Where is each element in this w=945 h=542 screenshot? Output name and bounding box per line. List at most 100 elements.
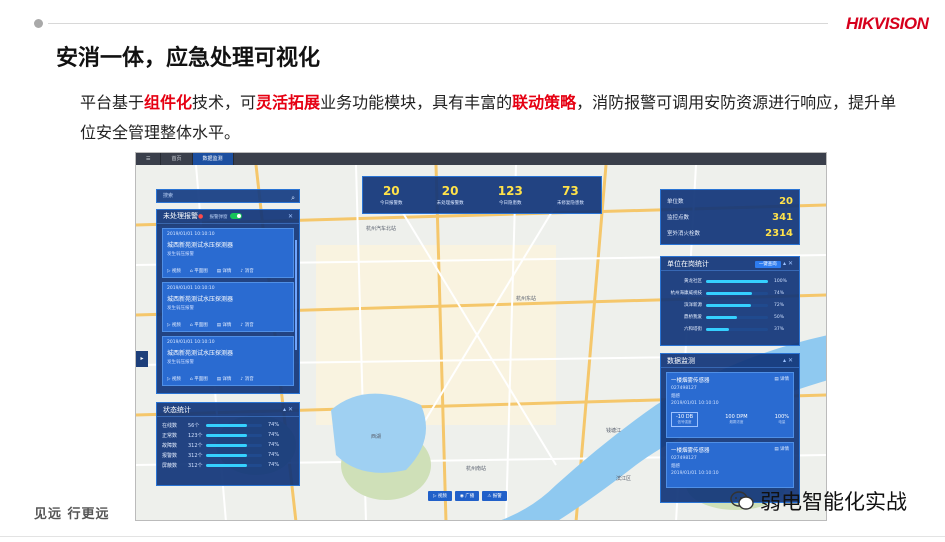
alarm-device: 城西新苑测试水压探测器 bbox=[167, 242, 234, 249]
duty-bar bbox=[706, 279, 768, 283]
scrollbar[interactable] bbox=[295, 240, 297, 350]
stat-pct: 74% bbox=[268, 432, 280, 438]
duty-label: 黄龙社区 bbox=[684, 279, 702, 284]
stat-bar bbox=[206, 443, 262, 447]
floorplan-button[interactable]: ⌂ 平面图 bbox=[190, 322, 208, 328]
unit-value: 20 bbox=[779, 195, 793, 207]
panel-title: 单位在岗统计 bbox=[667, 259, 709, 268]
tab-data-monitor[interactable]: 数据监测 bbox=[192, 153, 234, 165]
sensor-name: 一楼烟雾传感器 bbox=[671, 448, 710, 454]
duty-bar-fill bbox=[706, 303, 751, 307]
stat-label: 在线数 bbox=[162, 422, 178, 429]
stat-label: 正常数 bbox=[162, 432, 178, 439]
alarm-status: 发生弱压报警 bbox=[167, 252, 194, 257]
top-stat-value: 123 bbox=[497, 184, 523, 198]
stat-count: 123个 bbox=[188, 432, 203, 439]
check-duty-button[interactable]: 一键查岗 bbox=[754, 260, 781, 268]
unit-row: 单位数 20 bbox=[661, 193, 799, 209]
panel-header: 单位在岗统计 一键查岗 ▴ ✕ bbox=[661, 257, 799, 271]
alarm-card[interactable]: 2019/01/01 10:10:10 城西新苑测试水压探测器 发生弱压报警 ▷… bbox=[162, 336, 294, 386]
platform-screenshot: ☰ 首页 数据监测 杭州东站 杭州汽车北站 西湖 钱塘江 滨江区 杭州南站 ▸ … bbox=[135, 152, 827, 521]
map-label: 钱塘江 bbox=[606, 428, 622, 434]
broadcast-toolbar-button[interactable]: ◉ 广播 bbox=[454, 491, 480, 501]
collapse-close-icon[interactable]: ▴ ✕ bbox=[283, 403, 293, 417]
floorplan-button[interactable]: ⌂ 平面图 bbox=[190, 268, 208, 274]
close-icon[interactable]: ✕ bbox=[288, 210, 293, 224]
detail-button[interactable]: ▤ 详情 bbox=[774, 376, 789, 382]
sensor-card[interactable]: 一楼烟雾传感器 ▤ 详情 027498127 烟感 2019/01/01 10:… bbox=[666, 442, 794, 488]
stat-label: 报警数 bbox=[162, 452, 178, 459]
expand-left-icon[interactable]: ▸ bbox=[136, 351, 148, 367]
duty-bar-fill bbox=[706, 279, 768, 283]
top-stat-label: 今日报警数 bbox=[380, 201, 403, 206]
tab-home[interactable]: 首页 bbox=[161, 153, 193, 165]
sensor-card[interactable]: 一楼烟雾传感器 ▤ 详情 027498127 烟感 2019/01/01 10:… bbox=[666, 372, 794, 438]
detail-button[interactable]: ▤ 详情 bbox=[774, 446, 789, 452]
mute-button[interactable]: ♪ 消音 bbox=[240, 376, 253, 382]
stat-row: 正常数 123个 74% bbox=[157, 430, 299, 440]
wechat-icon bbox=[730, 491, 754, 510]
alarm-popup-toggle[interactable] bbox=[230, 212, 243, 219]
hikvision-logo: HIKVISION bbox=[846, 14, 929, 33]
alarm-card[interactable]: 2019/01/01 10:10:10 城西新苑测试水压探测器 发生弱压报警 ▷… bbox=[162, 228, 294, 278]
search-input[interactable]: 搜索 ⌕ bbox=[156, 189, 300, 203]
mute-button[interactable]: ♪ 消音 bbox=[240, 268, 253, 274]
stat-bar-fill bbox=[206, 453, 248, 457]
bottom-toolbar: ▷ 视频 ◉ 广播 ⚠ 报警 bbox=[428, 491, 507, 501]
highlight-component: 组件化 bbox=[144, 93, 193, 112]
detail-label: 详情 bbox=[780, 447, 789, 452]
alarm-time: 2019/01/01 10:10:10 bbox=[167, 340, 215, 345]
toggle-label: 报警弹窗 bbox=[209, 214, 228, 220]
floorplan-button[interactable]: ⌂ 平面图 bbox=[190, 376, 208, 382]
stat-row: 报警数 312个 74% bbox=[157, 450, 299, 460]
alarm-toolbar-button[interactable]: ⚠ 报警 bbox=[482, 491, 507, 501]
duty-bar-fill bbox=[706, 327, 729, 331]
mute-button[interactable]: ♪ 消音 bbox=[240, 322, 253, 328]
detail-button[interactable]: ▤ 详情 bbox=[217, 268, 232, 274]
top-stat: 123 今日隐患数 bbox=[498, 184, 523, 206]
top-stat-value: 20 bbox=[382, 184, 400, 198]
detail-label: 详情 bbox=[780, 377, 789, 382]
search-icon[interactable]: ⌕ bbox=[291, 192, 295, 204]
collapse-close-icon[interactable]: ▴ ✕ bbox=[783, 260, 793, 267]
sensor-time: 2019/01/01 10:10:10 bbox=[671, 401, 719, 406]
stat-bar bbox=[206, 423, 262, 427]
stat-bar bbox=[206, 433, 262, 437]
unit-count-panel: 单位数 20 监控点数 341 室外消火栓数 2314 bbox=[660, 189, 800, 245]
stat-count: 312个 bbox=[188, 442, 203, 449]
video-button[interactable]: ▷ 视频 bbox=[167, 376, 181, 382]
action-label: 平面图 bbox=[194, 377, 208, 382]
duty-pct: 74% bbox=[774, 290, 785, 296]
stat-count: 312个 bbox=[188, 462, 203, 469]
duty-label: 滨洋新源 bbox=[684, 303, 702, 308]
description-text: 平台基于组件化技术，可灵活拓展业务功能模块，具有丰富的联动策略，消防报警可调用安… bbox=[80, 88, 900, 148]
alarm-card[interactable]: 2019/01/01 10:10:10 城西新苑测试水压探测器 发生弱压报警 ▷… bbox=[162, 282, 294, 332]
watermark: 弱电智能化实战 bbox=[730, 486, 907, 516]
detail-button[interactable]: ▤ 详情 bbox=[217, 376, 232, 382]
action-label: 详情 bbox=[222, 323, 232, 328]
action-label: 消音 bbox=[244, 323, 254, 328]
sensor-name: 一楼烟雾传感器 bbox=[671, 378, 710, 384]
window-tabbar: ☰ 首页 数据监测 bbox=[136, 153, 826, 165]
map-label: 杭州东站 bbox=[516, 296, 537, 302]
window-menu-icon[interactable]: ☰ bbox=[136, 153, 162, 165]
video-toolbar-button[interactable]: ▷ 视频 bbox=[428, 491, 452, 501]
video-button[interactable]: ▷ 视频 bbox=[167, 268, 181, 274]
panel-header: 状态统计 ▴ ✕ bbox=[157, 403, 299, 417]
sensor-id: 027498127 bbox=[671, 386, 697, 391]
stat-pct: 74% bbox=[268, 462, 280, 468]
map-label: 西湖 bbox=[371, 434, 382, 440]
top-stat: 73 未修复隐患数 bbox=[557, 184, 584, 206]
detail-button[interactable]: ▤ 详情 bbox=[217, 322, 232, 328]
duty-pct: 37% bbox=[774, 326, 785, 332]
unhandled-alarm-panel: 未处理报警● 报警弹窗 ✕ 2019/01/01 10:10:10 城西新苑测试… bbox=[156, 209, 300, 394]
collapse-close-icon[interactable]: ▴ ✕ bbox=[783, 354, 793, 368]
unit-label: 监控点数 bbox=[667, 215, 690, 221]
action-label: 平面图 bbox=[194, 269, 208, 274]
stat-row: 屏蔽数 312个 74% bbox=[157, 460, 299, 470]
duty-pct: 100% bbox=[774, 278, 787, 284]
unit-value: 2314 bbox=[765, 227, 793, 239]
video-button[interactable]: ▷ 视频 bbox=[167, 322, 181, 328]
duty-label: 鼎桥我爱 bbox=[684, 315, 702, 320]
sensor-time: 2019/01/01 10:10:10 bbox=[671, 471, 719, 476]
